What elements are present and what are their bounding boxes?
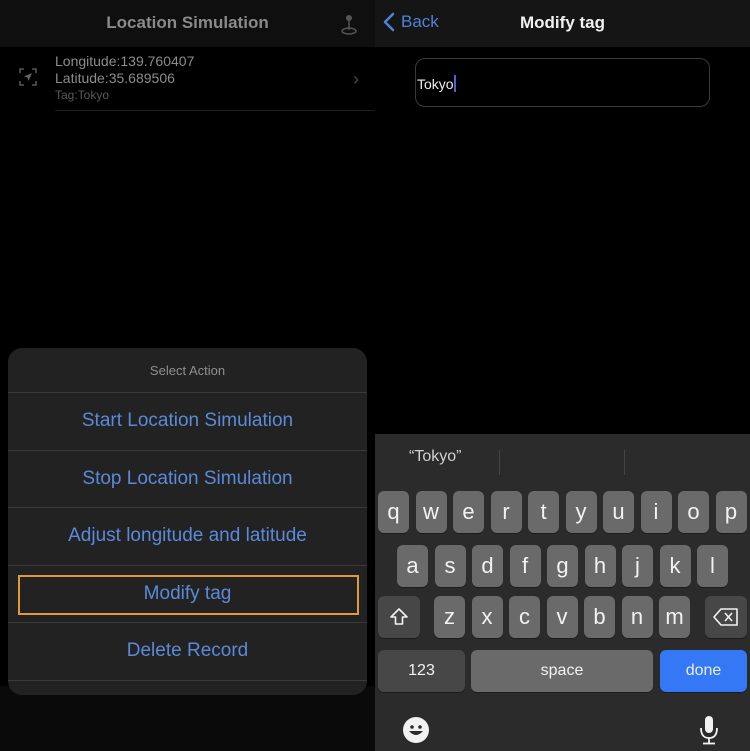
key-a-label: a	[406, 553, 419, 578]
key-j[interactable]: j	[622, 545, 653, 587]
delete-record-button[interactable]: Delete Record	[8, 623, 367, 681]
key-i[interactable]: i	[640, 491, 672, 533]
key-t[interactable]: t	[528, 491, 559, 533]
space-key[interactable]: space	[471, 650, 653, 692]
space-key-label: space	[540, 662, 584, 679]
key-u[interactable]: u	[603, 491, 634, 533]
action-sheet-title: Select Action	[8, 348, 367, 393]
tag-input-field[interactable]: Tokyo	[415, 58, 710, 107]
latitude-text: Latitude:35.689506	[55, 70, 175, 86]
longitude-text: Longitude:139.760407	[55, 53, 195, 69]
cancel-button[interactable]: Cancel	[8, 681, 367, 696]
text-cursor	[453, 75, 456, 92]
key-i-label: i	[653, 499, 659, 524]
nav-bar: Location Simulation	[0, 0, 375, 47]
background-bottom	[0, 686, 375, 751]
tag-text: Tag:Tokyo	[55, 88, 110, 102]
stop-location-simulation-button[interactable]: Stop Location Simulation	[8, 451, 367, 508]
key-x[interactable]: x	[471, 596, 503, 638]
numbers-key-label: 123	[408, 662, 435, 679]
key-g-label: g	[556, 553, 569, 578]
key-k[interactable]: k	[659, 545, 691, 587]
key-v[interactable]: v	[546, 596, 578, 638]
key-l[interactable]: l	[697, 545, 728, 587]
emoji-button[interactable]	[402, 716, 430, 749]
modify-tag-screen: Back Modify tag Tokyo “Tokyo” qwe r t yu i op…	[375, 0, 750, 751]
done-key[interactable]: done	[660, 650, 747, 692]
chevron-right-icon: ›	[353, 69, 359, 89]
dictation-button[interactable]	[697, 714, 721, 751]
key-e-label: e	[462, 499, 475, 524]
key-x-label: x	[481, 604, 493, 629]
map-pin-icon[interactable]	[339, 12, 359, 36]
key-j-label: j	[635, 553, 640, 578]
key-s[interactable]: s	[434, 545, 466, 587]
location-record-row[interactable]: Longitude:139.760407 Latitude:35.689506 …	[0, 47, 375, 111]
page-title: Modify tag	[520, 13, 605, 32]
key-a[interactable]: a	[397, 545, 428, 587]
key-g[interactable]: g	[547, 545, 578, 587]
modify-tag-button[interactable]: Modify tag	[8, 566, 367, 623]
key-h[interactable]: h	[584, 545, 616, 587]
key-d-label: d	[481, 553, 494, 578]
key-s-label: s	[444, 553, 456, 578]
suggestion-bar: “Tokyo”	[375, 434, 750, 484]
key-y-label: y	[575, 499, 587, 524]
action-sheet: Select Action Start Location Simulation …	[8, 348, 367, 695]
key-z-label: z	[444, 604, 455, 629]
key-p[interactable]: p	[715, 491, 747, 533]
key-l-label: l	[710, 553, 715, 578]
key-m-label: m	[665, 604, 684, 629]
location-simulation-screen: Location Simulation Longitude:139.760407…	[0, 0, 375, 751]
suggestion-divider	[624, 450, 625, 475]
suggestion-divider	[499, 450, 500, 475]
backspace-key[interactable]	[705, 596, 747, 638]
key-w-label: w	[423, 499, 439, 524]
key-u-label: u	[612, 499, 625, 524]
key-v-label: v	[556, 604, 568, 629]
key-z[interactable]: z	[434, 596, 465, 638]
numbers-key[interactable]: 123	[378, 650, 465, 692]
suggestion-item[interactable]: “Tokyo”	[409, 448, 461, 466]
key-f[interactable]: f	[509, 545, 541, 587]
key-y[interactable]: y	[565, 491, 597, 533]
shift-key[interactable]	[378, 596, 420, 638]
key-b-label: b	[593, 604, 606, 629]
emoji-icon	[403, 717, 429, 743]
key-t-label: t	[540, 499, 547, 524]
key-h-label: h	[593, 553, 607, 578]
start-location-simulation-button[interactable]: Start Location Simulation	[8, 393, 367, 451]
key-c[interactable]: c	[509, 596, 540, 638]
key-p-label: p	[724, 499, 738, 524]
key-c-label: c	[519, 604, 530, 629]
key-e[interactable]: e	[453, 491, 484, 533]
key-r-label: r	[502, 499, 510, 524]
tag-input-value: Tokyo	[417, 75, 454, 92]
key-d[interactable]: d	[472, 545, 503, 587]
key-b[interactable]: b	[584, 596, 615, 638]
key-o-label: o	[687, 499, 700, 524]
key-q-label: q	[387, 499, 400, 524]
key-f-label: f	[521, 553, 529, 578]
page-title: Location Simulation	[106, 13, 269, 32]
key-n[interactable]: n	[621, 596, 653, 638]
done-key-label: done	[685, 662, 722, 679]
row-divider	[55, 110, 375, 111]
location-arrow-icon	[19, 68, 37, 86]
key-r[interactable]: r	[490, 491, 522, 533]
shift-icon	[390, 608, 408, 625]
key-q[interactable]: q	[378, 491, 409, 533]
key-w[interactable]: w	[415, 491, 447, 533]
backspace-icon	[713, 608, 738, 626]
keyboard: “Tokyo” q w e r t y u i o p a s d f g h j k l z x c v b n m 123 spa…	[375, 434, 750, 751]
key-n-label: n	[630, 604, 644, 629]
nav-bar: Back Modify tag	[375, 0, 750, 47]
adjust-coordinates-button[interactable]: Adjust longitude and latitude	[8, 508, 367, 566]
key-m[interactable]: m	[659, 596, 690, 638]
key-o[interactable]: o	[678, 491, 709, 533]
key-k-label: k	[669, 553, 681, 578]
microphone-icon	[700, 716, 718, 745]
